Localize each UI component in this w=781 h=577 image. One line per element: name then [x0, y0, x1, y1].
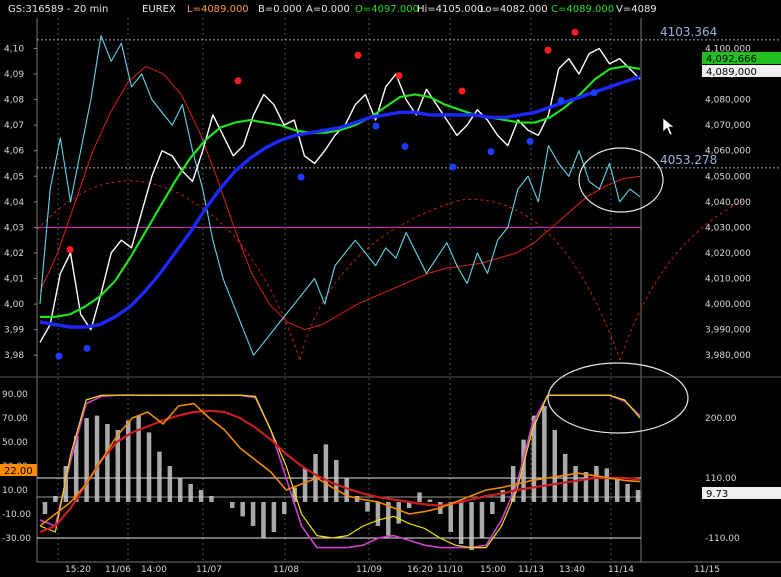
trough-marker: [557, 96, 565, 104]
peak-marker: [395, 72, 403, 80]
header-exchange: EUREX: [142, 4, 176, 15]
trough-marker: [55, 352, 63, 360]
header-symbol: GS:316589 - 20 min: [8, 4, 108, 15]
osc-tick-label: 10.00: [2, 486, 28, 496]
trough-marker: [372, 122, 380, 130]
header-low: Lo=4082.000: [480, 4, 548, 15]
header-last: L=4089.000: [187, 4, 249, 15]
price-right-tick-label: 4,050,000: [705, 172, 751, 182]
header-ask: A=0.000: [306, 4, 350, 15]
price-tick-label: 4,03: [4, 223, 24, 233]
peak-marker: [234, 77, 242, 85]
price-right-tick-label: 4,070,000: [705, 121, 751, 131]
time-tick-label: 11/09: [356, 565, 382, 575]
time-tick-label: 16:20: [407, 565, 433, 575]
price-tick-label: 3,99: [4, 326, 24, 336]
price-box-green-text: 4,092,666: [706, 54, 757, 65]
time-tick-label: 15:20: [65, 565, 91, 575]
osc-tick-label: 90.00: [2, 390, 28, 400]
price-tick-label: 4,07: [4, 121, 24, 131]
price-right-tick-label: 4,060,000: [705, 147, 751, 157]
price-right-tick-label: 4,000,000: [705, 300, 751, 310]
price-tick-label: 3,98: [4, 351, 24, 361]
time-tick-label: 11/10: [437, 565, 463, 575]
price-tick-label: 4,10: [4, 44, 24, 54]
osc-tick-label: -10.00: [2, 510, 31, 520]
peak-marker: [354, 51, 362, 59]
header-close: C=4089.000: [551, 4, 614, 15]
osc-tick-label: -30.00: [2, 534, 31, 544]
trough-marker: [487, 148, 495, 156]
price-tick-label: 4,05: [4, 172, 24, 182]
price-right-tick-label: 4,010,000: [705, 275, 751, 285]
osc-tick-label: 50.00: [2, 438, 28, 448]
osc-value-box-orange-text: 22.00: [4, 466, 33, 477]
time-tick-label: 14:00: [141, 565, 167, 575]
peak-marker: [544, 46, 552, 54]
resistance-label: 4103.364: [660, 25, 717, 39]
osc-right-tick-label: 200.00: [705, 414, 737, 424]
time-tick-label: 13:40: [559, 565, 585, 575]
price-tick-label: 4,08: [4, 96, 24, 106]
osc-tick-label: 70.00: [2, 414, 28, 424]
price-tick-label: 4,01: [4, 275, 24, 285]
price-right-tick-label: 3,980,000: [705, 351, 751, 361]
header-open: O=4097.000: [355, 4, 419, 15]
time-tick-label: 11/06: [105, 565, 131, 575]
time-tick-label: 11/08: [273, 565, 299, 575]
price-right-tick-label: 4,030,000: [705, 223, 751, 233]
price-tick-label: 4,06: [4, 147, 24, 157]
time-tick-label: 11/07: [196, 565, 222, 575]
trough-marker: [590, 89, 598, 97]
osc-right-tick-label: -110.00: [705, 534, 740, 544]
time-tick-label: 11/15: [694, 565, 720, 575]
time-tick-label: 11/14: [608, 565, 634, 575]
osc-right-tick-label: 110.00: [705, 474, 737, 484]
peak-marker: [458, 87, 466, 95]
trough-marker: [449, 163, 457, 171]
chart-canvas: GS:316589 - 20 min EUREX L=4089.000 B=0.…: [0, 0, 781, 577]
peak-marker: [571, 28, 579, 36]
trough-marker: [297, 173, 305, 181]
price-tick-label: 4,00: [4, 300, 24, 310]
time-tick-label: 15:00: [480, 565, 506, 575]
time-tick-label: 11/13: [518, 565, 544, 575]
price-right-tick-label: 3,990,000: [705, 326, 751, 336]
price-tick-label: 4,04: [4, 198, 24, 208]
price-box-white-text: 4,089,000: [706, 67, 757, 78]
price-right-tick-label: 4,040,000: [705, 198, 751, 208]
trough-marker: [83, 344, 91, 352]
peak-marker: [66, 246, 74, 254]
price-tick-label: 4,02: [4, 249, 24, 259]
price-tick-label: 4,09: [4, 70, 24, 80]
header-bar: GS:316589 - 20 min EUREX L=4089.000 B=0.…: [8, 4, 657, 15]
osc-value-box-white-text: 9.73: [706, 489, 728, 500]
price-label-boxes: 4,092,666 4,089,000: [702, 52, 781, 78]
header-volume: V=4089: [616, 4, 657, 15]
price-right-tick-label: 4,080,000: [705, 96, 751, 106]
header-bid: B=0.000: [258, 4, 302, 15]
price-right-tick-label: 4,020,000: [705, 249, 751, 259]
header-high: Hi=4105.000: [417, 4, 483, 15]
trough-marker: [526, 137, 534, 145]
trough-marker: [401, 142, 409, 150]
